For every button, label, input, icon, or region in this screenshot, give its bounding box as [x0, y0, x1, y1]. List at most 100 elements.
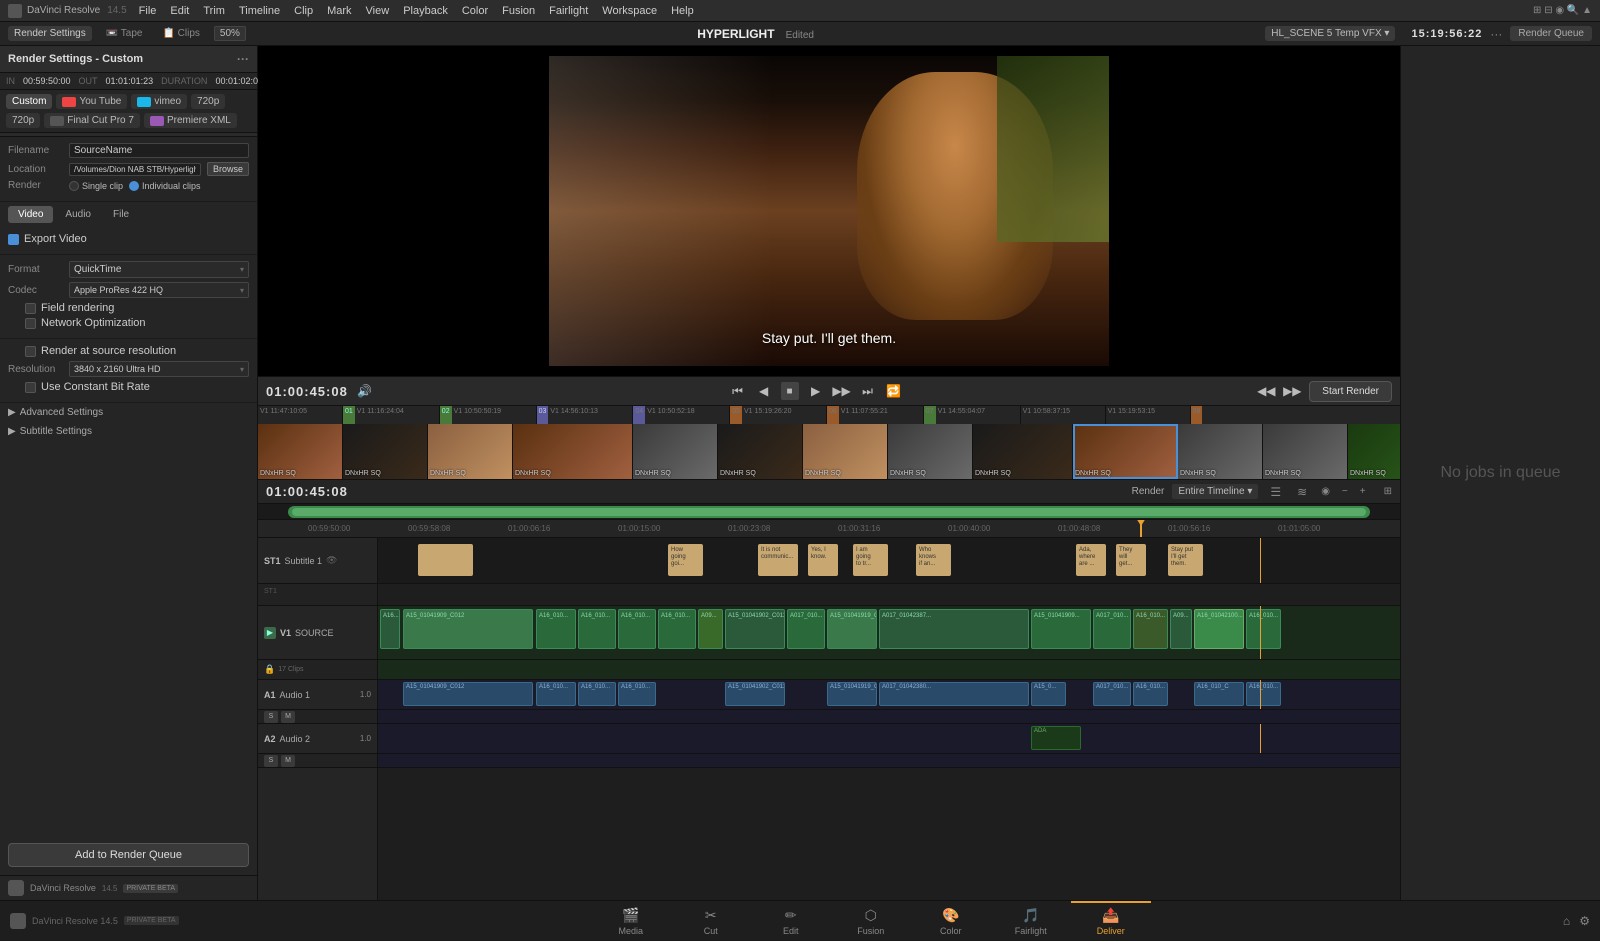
go-to-end-btn[interactable]: ⏭ [859, 382, 877, 400]
loop-btn[interactable]: 🔁 [885, 382, 903, 400]
frame-back-btn[interactable]: ◀◀ [1257, 382, 1275, 400]
sub-clip-8[interactable]: Theywillget... [1116, 544, 1146, 576]
aud-clip-a1-10[interactable]: A16_010... [1133, 682, 1168, 706]
subtitle-settings-item[interactable]: ▶ Subtitle Settings [0, 422, 257, 441]
menu-view[interactable]: View [366, 5, 390, 17]
step-fwd-btn[interactable]: ▶▶ [833, 382, 851, 400]
preset-custom[interactable]: Custom [6, 94, 52, 109]
fullscreen-timeline-btn[interactable]: ⊞ [1384, 486, 1392, 497]
preset-720p-1[interactable]: 720p [191, 94, 225, 109]
vid-clip-1[interactable]: A15_01041909_C012 [403, 609, 533, 649]
timeline-scrollbar[interactable] [258, 504, 1400, 520]
individual-clips-option[interactable]: Individual clips [129, 181, 201, 191]
list-view-btn[interactable]: ☰ [1266, 485, 1285, 499]
aud-clip-a1-6[interactable]: A15_01041919_C014 [827, 682, 877, 706]
sub-clip-2[interactable]: Howgoinggoi... [668, 544, 703, 576]
aud-clip-a1-2[interactable]: A16_010... [536, 682, 576, 706]
dot-menu-btn[interactable]: ··· [1490, 27, 1502, 41]
clip-thumb-5[interactable]: DNxHR SQ [633, 424, 718, 479]
vid-clip-0[interactable]: A16... [380, 609, 400, 649]
scroll-track[interactable] [288, 506, 1370, 518]
clip-thumb-11[interactable]: DNxHR SQ [1178, 424, 1263, 479]
a2-s-btn[interactable]: S [264, 755, 278, 767]
aud-clip-a1-1[interactable]: A15_01041909_C012 [403, 682, 533, 706]
codec-select[interactable]: Apple ProRes 422 HQ ▾ [69, 282, 249, 298]
zoom-in-btn[interactable]: + [1358, 486, 1368, 497]
aud-clip-a1-4[interactable]: A16_010... [618, 682, 656, 706]
zoom-selector[interactable]: 50% [214, 26, 246, 41]
clip-thumb-10[interactable]: DNxHR SQ [1073, 424, 1178, 479]
clip-thumb-6[interactable]: DNxHR SQ [718, 424, 803, 479]
sub-clip-7[interactable]: Ada,whereare ... [1076, 544, 1106, 576]
clips-tab[interactable]: 📋 Clips [156, 26, 205, 41]
panel-menu[interactable]: ··· [237, 52, 249, 66]
location-input[interactable] [69, 163, 201, 176]
aud-clip-a2-1[interactable]: ADA [1031, 726, 1081, 750]
snap-btn[interactable]: ◉ [1319, 486, 1332, 497]
v1-lock-icon[interactable]: 🔒 [264, 664, 275, 675]
aud-clip-a1-5[interactable]: A15_01041902_C011 [725, 682, 785, 706]
clip-thumb-3[interactable]: DNxHR SQ [428, 424, 513, 479]
scroll-thumb[interactable] [292, 508, 1366, 516]
st1-visibility-icon[interactable]: 👁 [326, 555, 337, 566]
aud-clip-a1-8[interactable]: A15_0... [1031, 682, 1066, 706]
clip-thumb-2[interactable]: DNxHR SQ [343, 424, 428, 479]
nav-cut[interactable]: ✂ Cut [671, 901, 751, 941]
vid-clip-6[interactable]: A09... [698, 609, 723, 649]
sub-clip-1[interactable] [418, 544, 473, 576]
nav-edit[interactable]: ✏ Edit [751, 901, 831, 941]
menu-timeline[interactable]: Timeline [239, 5, 280, 17]
settings-icon[interactable]: ⚙ [1579, 914, 1590, 928]
render-source-checkbox[interactable] [25, 346, 36, 357]
menu-color[interactable]: Color [462, 5, 488, 17]
vid-clip-16[interactable]: A16_010... [1246, 609, 1281, 649]
clip-thumb-9[interactable]: DNxHR SQ [973, 424, 1073, 479]
step-back-btn[interactable]: ◀ [755, 382, 773, 400]
vid-clip-13[interactable]: A16_010... [1133, 609, 1168, 649]
menu-fusion[interactable]: Fusion [502, 5, 535, 17]
vid-clip-8[interactable]: A017_010... [787, 609, 825, 649]
volume-icon[interactable]: 🔊 [356, 382, 374, 400]
tab-audio[interactable]: Audio [55, 206, 101, 223]
render-settings-tab[interactable]: Render Settings [8, 26, 92, 41]
menu-workspace[interactable]: Workspace [602, 5, 657, 17]
filename-input[interactable] [69, 143, 249, 158]
start-render-button[interactable]: Start Render [1309, 381, 1392, 402]
preset-vimeo[interactable]: vimeo [131, 94, 187, 109]
preset-premierxml[interactable]: Premiere XML [144, 113, 237, 128]
aud-clip-a1-12[interactable]: A16_010... [1246, 682, 1281, 706]
waveform-view-btn[interactable]: ≋ [1293, 485, 1311, 499]
menu-clip[interactable]: Clip [294, 5, 313, 17]
constant-bitrate-checkbox[interactable] [25, 382, 36, 393]
stop-btn[interactable]: ■ [781, 382, 799, 400]
clip-thumb-7[interactable]: DNxHR SQ [803, 424, 888, 479]
menu-playback[interactable]: Playback [403, 5, 448, 17]
go-to-start-btn[interactable]: ⏮ [729, 382, 747, 400]
vid-clip-5[interactable]: A16_010... [658, 609, 696, 649]
nav-media[interactable]: 🎬 Media [591, 901, 671, 941]
vid-clip-9[interactable]: A15_01041919_C014 [827, 609, 877, 649]
menu-fairlight[interactable]: Fairlight [549, 5, 588, 17]
field-rendering-checkbox[interactable] [25, 303, 36, 314]
aud-clip-a1-9[interactable]: A017_010... [1093, 682, 1131, 706]
network-opt-checkbox[interactable] [25, 318, 36, 329]
single-clip-option[interactable]: Single clip [69, 181, 123, 191]
frame-fwd-btn[interactable]: ▶▶ [1283, 382, 1301, 400]
a1-s-btn[interactable]: S [264, 711, 278, 723]
menu-file[interactable]: File [139, 5, 157, 17]
format-select[interactable]: QuickTime ▾ [69, 261, 249, 278]
clip-thumb-13[interactable]: DNxHR SQ [1348, 424, 1400, 479]
menu-mark[interactable]: Mark [327, 5, 351, 17]
menu-edit[interactable]: Edit [170, 5, 189, 17]
clip-thumb-1[interactable]: DNxHR SQ [258, 424, 343, 479]
vid-clip-4[interactable]: A16_010... [618, 609, 656, 649]
aud-clip-a1-3[interactable]: A16_010... [578, 682, 616, 706]
nav-color[interactable]: 🎨 Color [911, 901, 991, 941]
vid-clip-15[interactable]: A16_01042100... [1194, 609, 1244, 649]
vid-clip-14[interactable]: A09... [1170, 609, 1192, 649]
vid-clip-10[interactable]: A017_01042387... [879, 609, 1029, 649]
clip-thumb-8[interactable]: DNxHR SQ [888, 424, 973, 479]
resolution-select[interactable]: 3840 x 2160 Ultra HD ▾ [69, 361, 249, 377]
sub-clip-9[interactable]: Stay putI'll getthem. [1168, 544, 1203, 576]
preset-youtube[interactable]: You Tube [56, 94, 127, 109]
